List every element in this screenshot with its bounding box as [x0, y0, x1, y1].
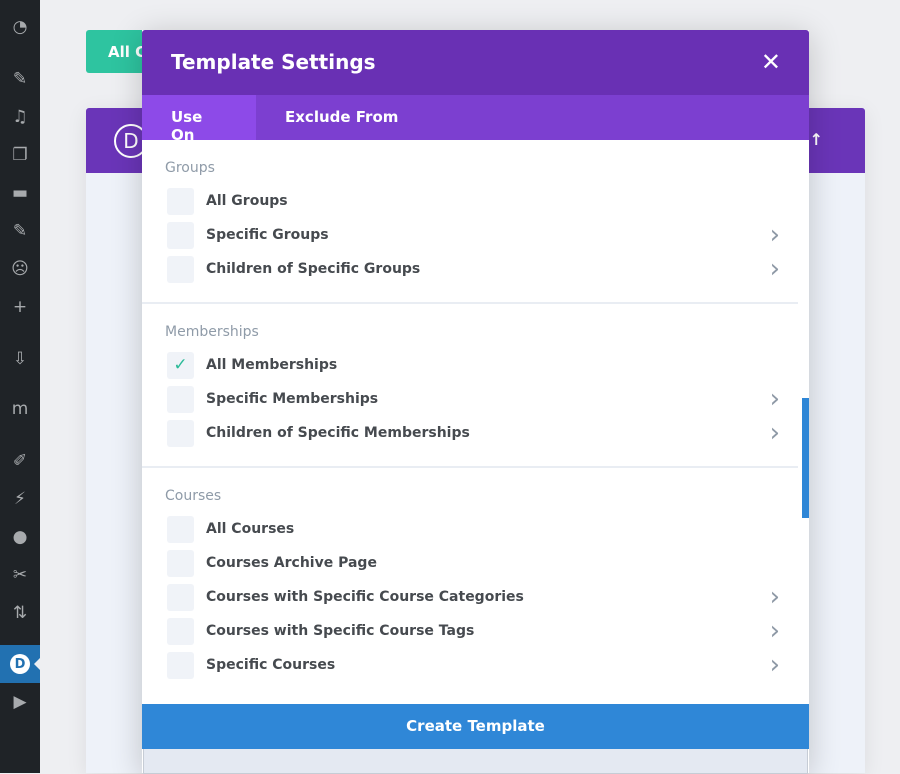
modal-title: Template Settings — [171, 50, 376, 74]
sidebar-item-comments[interactable]: ▬ — [0, 174, 40, 212]
sidebar-item-plugins[interactable]: ⚡ — [0, 480, 40, 518]
checkbox[interactable] — [167, 419, 194, 447]
sidebar-item-play[interactable]: ▶ — [0, 683, 40, 721]
create-template-button[interactable]: Create Template — [142, 704, 809, 749]
sidebar-item-download[interactable]: ⇩ — [0, 340, 40, 378]
chevron-right-icon[interactable]: › — [770, 616, 780, 646]
sidebar-item-dashboard[interactable]: ◔ — [0, 8, 40, 46]
chevron-right-icon[interactable]: › — [770, 582, 780, 612]
checkbox[interactable] — [167, 385, 194, 413]
section-title: Memberships — [165, 324, 259, 340]
sidebar-item-tools[interactable]: ✂ — [0, 556, 40, 594]
option-row[interactable]: Children of Specific Memberships › — [165, 416, 798, 450]
divi-icon: D — [10, 654, 30, 674]
plugins-icon: ⚡ — [14, 489, 26, 509]
option-row[interactable]: All Groups — [165, 184, 798, 218]
option-row[interactable]: Courses Archive Page — [165, 546, 798, 580]
tools-icon: ✂ — [12, 565, 28, 585]
checkbox[interactable] — [167, 187, 194, 215]
option-row[interactable]: Specific Memberships › — [165, 382, 798, 416]
tab-exclude-from[interactable]: Exclude From — [256, 95, 427, 140]
option-label: All Memberships — [206, 357, 338, 373]
download-icon: ⇩ — [12, 349, 28, 369]
sidebar-item-divi[interactable]: D — [0, 645, 40, 683]
modal-tabs: Use On Exclude From — [142, 95, 809, 144]
option-row[interactable]: Specific Courses › — [165, 648, 798, 682]
settings-icon: ⇅ — [12, 603, 28, 623]
modal-body: Groups All Groups Specific Groups › Children… — [142, 140, 809, 704]
checkbox[interactable] — [167, 515, 194, 543]
memberpress-icon: m — [11, 399, 29, 419]
option-label: Specific Memberships — [206, 391, 379, 407]
checkbox[interactable] — [167, 583, 194, 611]
sidebar-item-pin[interactable]: ✎ — [0, 212, 40, 250]
modal-footer — [143, 749, 808, 774]
sidebar-item-pages[interactable]: ❐ — [0, 136, 40, 174]
checkbox[interactable] — [167, 221, 194, 249]
chevron-right-icon[interactable]: › — [770, 418, 780, 448]
checkbox[interactable] — [167, 255, 194, 283]
admin-sidebar: ◔ ✎ ♫ ❐ ▬ ✎ ☹ + ⇩ m ✐ ⚡ ● ✂ ⇅ D ▶ — [0, 0, 40, 773]
chevron-right-icon[interactable]: › — [770, 650, 780, 680]
option-row[interactable]: All Courses — [165, 512, 798, 546]
sidebar-item-settings[interactable]: ⇅ — [0, 594, 40, 632]
option-label: Specific Courses — [206, 657, 336, 673]
sidebar-item-pin[interactable]: ✎ — [0, 60, 40, 98]
chevron-right-icon[interactable]: › — [770, 384, 780, 414]
option-row[interactable]: Courses with Specific Course Categories › — [165, 580, 798, 614]
section-groups: Groups All Groups Specific Groups › Children… — [142, 140, 798, 304]
media-icon: ♫ — [12, 107, 28, 127]
pin-icon: ✎ — [12, 221, 28, 241]
sidebar-item-users[interactable]: ● — [0, 518, 40, 556]
checkbox[interactable] — [167, 651, 194, 679]
option-label: Children of Specific Memberships — [206, 425, 470, 441]
pages-icon: ❐ — [12, 145, 28, 165]
appearance-icon: ✐ — [12, 451, 28, 471]
sidebar-item-appearance[interactable]: ✐ — [0, 442, 40, 480]
scrollbar[interactable] — [802, 398, 809, 518]
option-label: All Courses — [206, 521, 295, 537]
checkbox[interactable]: ✓ — [167, 351, 194, 379]
option-row[interactable]: Courses with Specific Course Tags › — [165, 614, 798, 648]
close-icon[interactable]: ✕ — [761, 48, 781, 76]
sidebar-item-plus[interactable]: + — [0, 288, 40, 326]
dashboard-icon: ◔ — [12, 17, 28, 37]
section-title: Groups — [165, 160, 215, 176]
option-label: All Groups — [206, 193, 288, 209]
section-memberships: Memberships ✓ All Memberships Specific Memb… — [142, 304, 798, 468]
checkbox[interactable] — [167, 549, 194, 577]
option-label: Courses with Specific Course Tags — [206, 623, 475, 639]
check-icon: ✓ — [173, 355, 188, 375]
section-courses: Courses All Courses Courses Archive Page Co… — [142, 468, 798, 698]
option-row[interactable]: ✓ All Memberships — [165, 348, 798, 382]
template-settings-modal: Template Settings ✕ Use On Exclude From … — [142, 30, 809, 774]
option-label: Specific Groups — [206, 227, 329, 243]
option-label: Children of Specific Groups — [206, 261, 421, 277]
bot-icon: ☹ — [11, 259, 29, 279]
play-icon: ▶ — [13, 692, 27, 712]
option-row[interactable]: Children of Specific Groups › — [165, 252, 798, 286]
checkbox[interactable] — [167, 617, 194, 645]
modal-header: Template Settings ✕ — [142, 30, 809, 95]
option-label: Courses with Specific Course Categories — [206, 589, 524, 605]
sidebar-item-memberpress[interactable]: m — [0, 390, 40, 428]
comments-icon: ▬ — [11, 183, 29, 203]
chevron-right-icon[interactable]: › — [770, 254, 780, 284]
tab-use-on[interactable]: Use On — [142, 95, 256, 144]
chevron-right-icon[interactable]: › — [770, 220, 780, 250]
sidebar-item-bot[interactable]: ☹ — [0, 250, 40, 288]
option-label: Courses Archive Page — [206, 555, 377, 571]
pin-icon: ✎ — [12, 69, 28, 89]
sidebar-item-media[interactable]: ♫ — [0, 98, 40, 136]
section-title: Courses — [165, 488, 222, 504]
plus-icon: + — [12, 297, 28, 317]
option-row[interactable]: Specific Groups › — [165, 218, 798, 252]
users-icon: ● — [12, 527, 28, 547]
